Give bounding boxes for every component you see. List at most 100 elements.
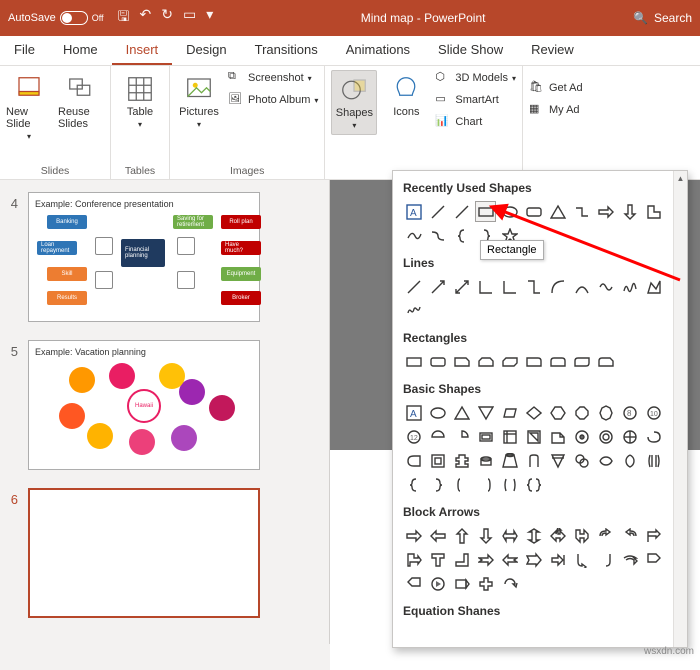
shape-basic-5[interactable] <box>523 402 544 423</box>
reuse-slides-button[interactable]: Reuse Slides <box>58 70 104 130</box>
shape-basic-9[interactable]: 8 <box>619 402 640 423</box>
shape-basic-2[interactable] <box>451 402 472 423</box>
shape-basic-28[interactable] <box>547 450 568 471</box>
shape-freeform2[interactable] <box>643 276 664 297</box>
shape-arrow-14[interactable] <box>475 549 496 570</box>
shape-basic-13[interactable] <box>451 426 472 447</box>
shape-roundsnip[interactable] <box>595 351 616 372</box>
shape-basic-21[interactable] <box>643 426 664 447</box>
shape-basic-35[interactable] <box>451 474 472 495</box>
shape-basic-33[interactable] <box>403 474 424 495</box>
shape-basic-30[interactable] <box>595 450 616 471</box>
tab-insert[interactable]: Insert <box>112 36 173 65</box>
shape-elbow-double[interactable] <box>523 276 544 297</box>
shape-curve2[interactable] <box>571 276 592 297</box>
more-icon[interactable]: ▾ <box>206 6 213 30</box>
undo-icon[interactable]: ↶ <box>139 6 151 30</box>
shape-basic-37[interactable] <box>499 474 520 495</box>
scroll-up-icon[interactable]: ▲ <box>674 171 687 185</box>
shape-basic-25[interactable] <box>475 450 496 471</box>
shape-round2same[interactable] <box>547 351 568 372</box>
my-addins-button[interactable]: ▦My Ad <box>529 102 583 118</box>
shape-arrow-10[interactable] <box>643 525 664 546</box>
shape-arrow-18[interactable] <box>571 549 592 570</box>
shape-arrow-23[interactable] <box>427 573 448 594</box>
shape-basic-38[interactable] <box>523 474 544 495</box>
shape-arrow-22[interactable] <box>403 573 424 594</box>
tab-slideshow[interactable]: Slide Show <box>424 36 517 65</box>
shape-freeform[interactable] <box>403 225 424 246</box>
shape-basic-11[interactable]: 12 <box>403 426 424 447</box>
new-slide-button[interactable]: New Slide▾ <box>6 70 52 141</box>
flyout-scrollbar[interactable]: ▲ <box>673 171 687 647</box>
shape-basic-24[interactable] <box>451 450 472 471</box>
shape-arrow-7[interactable] <box>571 525 592 546</box>
shape-line-double[interactable] <box>451 276 472 297</box>
shape-arrow-1[interactable] <box>427 525 448 546</box>
shape-arrow-19[interactable] <box>595 549 616 570</box>
shape-basic-26[interactable] <box>499 450 520 471</box>
shape-basic-19[interactable] <box>595 426 616 447</box>
chart-button[interactable]: 📊Chart <box>435 114 516 130</box>
shape-basic-10[interactable]: 10 <box>643 402 664 423</box>
shape-arrow-0[interactable] <box>403 525 424 546</box>
shape-rectangle[interactable] <box>475 201 496 222</box>
shape-basic-29[interactable] <box>571 450 592 471</box>
photo-album-button[interactable]: 🖼Photo Album ▾ <box>228 92 318 108</box>
shape-basic-14[interactable] <box>475 426 496 447</box>
shape-line[interactable] <box>403 276 424 297</box>
shape-basic-12[interactable] <box>427 426 448 447</box>
shape-basic-32[interactable] <box>643 450 664 471</box>
shape-basic-17[interactable] <box>547 426 568 447</box>
shape-basic-0[interactable]: A <box>403 402 424 423</box>
shape-arrow-26[interactable] <box>499 573 520 594</box>
shape-basic-7[interactable] <box>571 402 592 423</box>
shape-line-arrow[interactable] <box>427 276 448 297</box>
shape-elbow[interactable] <box>475 276 496 297</box>
tab-home[interactable]: Home <box>49 36 112 65</box>
shape-arrow-15[interactable] <box>499 549 520 570</box>
shape-basic-23[interactable] <box>427 450 448 471</box>
shape-elbow-arrow[interactable] <box>499 276 520 297</box>
shape-oval[interactable] <box>499 201 520 222</box>
shape-arrow-25[interactable] <box>475 573 496 594</box>
tab-transitions[interactable]: Transitions <box>241 36 332 65</box>
shape-basic-34[interactable] <box>427 474 448 495</box>
shape-line2[interactable] <box>451 201 472 222</box>
save-icon[interactable]: 🖫 <box>118 6 130 30</box>
thumbnail[interactable]: Example: Conference presentation Financi… <box>28 192 260 322</box>
icons-button[interactable]: Icons <box>383 70 429 118</box>
shapes-button[interactable]: Shapes▾ <box>331 70 377 135</box>
shape-basic-4[interactable] <box>499 402 520 423</box>
3d-models-button[interactable]: ⬡3D Models ▾ <box>435 70 516 86</box>
shape-arrow-d[interactable] <box>619 201 640 222</box>
tab-design[interactable]: Design <box>172 36 240 65</box>
shape-elbow[interactable] <box>571 201 592 222</box>
shape-basic-16[interactable] <box>523 426 544 447</box>
tab-file[interactable]: File <box>0 36 49 65</box>
pictures-button[interactable]: Pictures▾ <box>176 70 222 129</box>
shape-arrow-8[interactable] <box>595 525 616 546</box>
tab-review[interactable]: Review <box>517 36 588 65</box>
shape-arrow-24[interactable] <box>451 573 472 594</box>
screenshot-button[interactable]: ⧉Screenshot ▾ <box>228 70 318 86</box>
shape-basic-20[interactable] <box>619 426 640 447</box>
shape-basic-1[interactable] <box>427 402 448 423</box>
shape-arrow-9[interactable] <box>619 525 640 546</box>
smartart-button[interactable]: ▭SmartArt <box>435 92 516 108</box>
tab-animations[interactable]: Animations <box>332 36 424 65</box>
shape-arrow-2[interactable] <box>451 525 472 546</box>
shape-arrow-20[interactable] <box>619 549 640 570</box>
shape-basic-3[interactable] <box>475 402 496 423</box>
shape-basic-15[interactable] <box>499 426 520 447</box>
shape-arrow-12[interactable] <box>427 549 448 570</box>
shape-rounded-rect[interactable] <box>523 201 544 222</box>
shape-rrect[interactable] <box>427 351 448 372</box>
shape-rect[interactable] <box>403 351 424 372</box>
slide-thumb-4[interactable]: 4 Example: Conference presentation Finan… <box>4 192 319 322</box>
thumbnail[interactable] <box>28 488 260 618</box>
shape-textbox[interactable]: A <box>403 201 424 222</box>
shape-arrow-5[interactable] <box>523 525 544 546</box>
shape-arrow-4[interactable] <box>499 525 520 546</box>
get-addins-button[interactable]: 🛍Get Ad <box>529 80 583 96</box>
